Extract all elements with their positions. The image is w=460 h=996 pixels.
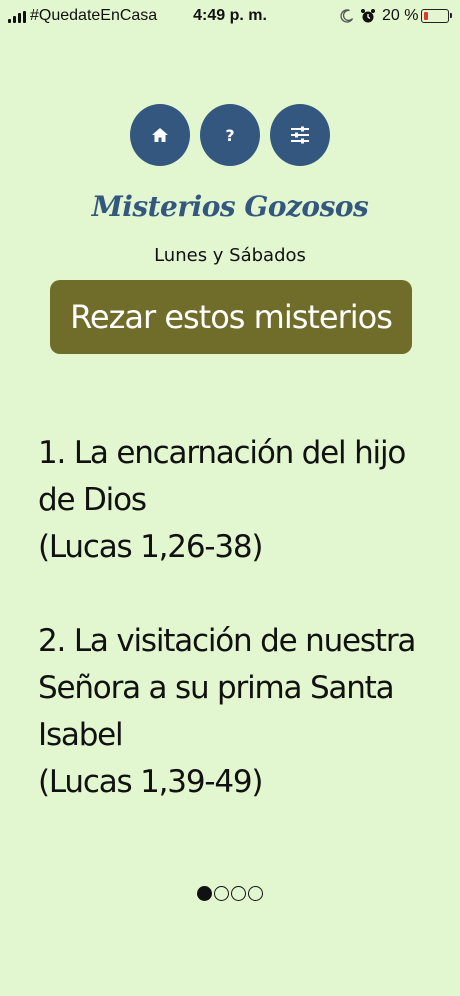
home-button[interactable] [130, 104, 190, 166]
moon-icon [340, 9, 354, 23]
page-indicator [0, 886, 460, 901]
page-dot[interactable] [214, 886, 229, 901]
battery-icon [421, 9, 452, 23]
mystery-item: 1. La encarnación del hijo de Dios (Luca… [38, 430, 438, 571]
page-title: Misterios Gozosos [91, 190, 369, 223]
alarm-icon [361, 9, 375, 23]
battery-percent: 20 % [382, 7, 419, 24]
page-subtitle: Lunes y Sábados [154, 245, 306, 266]
settings-button[interactable] [270, 104, 330, 166]
page-dot[interactable] [197, 886, 212, 901]
page-dot[interactable] [248, 886, 263, 901]
question-icon: ? [225, 125, 235, 145]
status-bar: #QuedateEnCasa 4:49 p. m. 20 % [0, 0, 460, 34]
mystery-item: 2. La visitación de nuestra Señora a su … [38, 618, 438, 806]
nav-bar: ? [0, 104, 460, 166]
mystery-reference: (Lucas 1,26-38) [38, 529, 263, 565]
mystery-text: 1. La encarnación del hijo de Dios [38, 435, 406, 518]
mystery-reference: (Lucas 1,39-49) [38, 764, 263, 800]
page-dot[interactable] [231, 886, 246, 901]
sliders-icon [291, 126, 309, 144]
help-button[interactable]: ? [200, 104, 260, 166]
battery-fill [424, 12, 428, 20]
mystery-text: 2. La visitación de nuestra Señora a su … [38, 623, 416, 753]
pray-mysteries-button[interactable]: Rezar estos misterios [50, 280, 412, 354]
home-icon [152, 128, 168, 142]
mysteries-list: 1. La encarnación del hijo de Dios (Luca… [38, 430, 438, 853]
